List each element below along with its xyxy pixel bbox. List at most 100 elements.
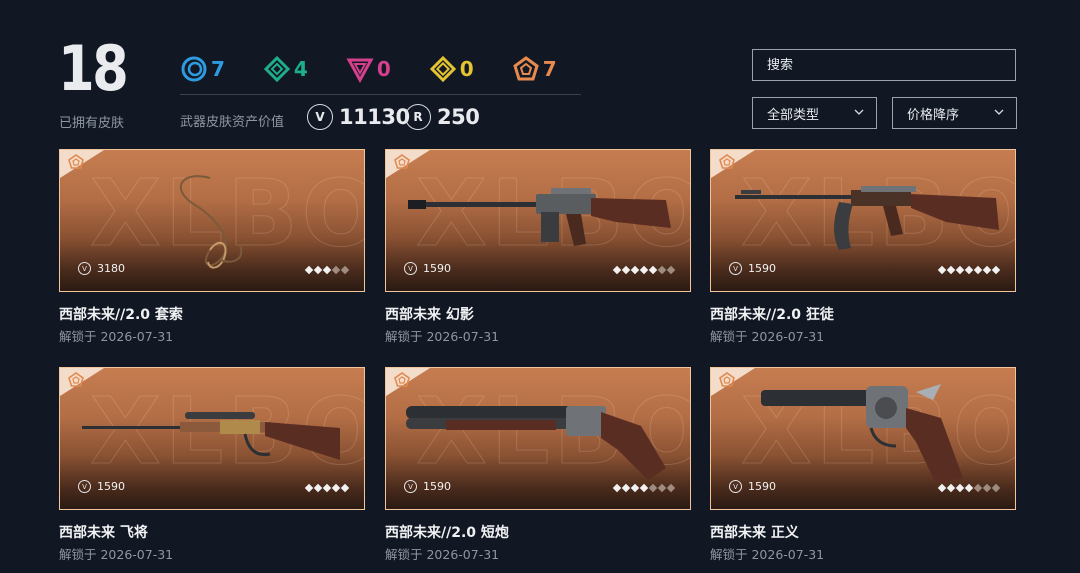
- skin-level-indicator: [611, 265, 676, 275]
- level-dot: [313, 483, 323, 493]
- level-dot: [991, 265, 1001, 275]
- skin-card[interactable]: XLBO V 1590: [710, 367, 1016, 510]
- level-dot: [666, 483, 676, 493]
- deluxe-tier-icon: [263, 55, 291, 83]
- sort-order-select[interactable]: 价格降序: [892, 97, 1017, 129]
- level-dot: [955, 483, 965, 493]
- vp-amount: 11130: [339, 105, 410, 129]
- level-dot: [937, 265, 947, 275]
- level-dot: [340, 265, 350, 275]
- skin-price-value: 1590: [423, 480, 451, 493]
- level-dot: [639, 265, 649, 275]
- level-dot: [964, 483, 974, 493]
- level-dot: [946, 483, 956, 493]
- tier-ultra: 7: [512, 55, 557, 83]
- vp-currency-icon: V: [729, 262, 742, 275]
- skin-name[interactable]: 西部未来//2.0 套索: [59, 304, 183, 324]
- stats-divider: [180, 94, 581, 95]
- tier-select: 7: [180, 55, 225, 83]
- level-dot: [639, 483, 649, 493]
- vp-currency-icon: V: [307, 104, 333, 130]
- skin-card[interactable]: XLBO V 1590: [385, 149, 691, 292]
- skin-price-value: 1590: [748, 262, 776, 275]
- skin-price: V 1590: [404, 262, 451, 275]
- level-dot: [946, 265, 956, 275]
- level-dot: [964, 265, 974, 275]
- level-dot: [313, 265, 323, 275]
- skin-card[interactable]: XLBO V 3180: [59, 149, 365, 292]
- skin-price: V 1590: [404, 480, 451, 493]
- level-dot: [304, 265, 314, 275]
- level-dot: [322, 265, 332, 275]
- level-dot: [991, 483, 1001, 493]
- level-dot: [304, 483, 314, 493]
- skin-card[interactable]: XLBO V 1590: [59, 367, 365, 510]
- skin-level-indicator: [611, 483, 676, 493]
- tier-summary: 7 4 0 0 7: [180, 54, 595, 84]
- tier-count-ultra: 7: [542, 57, 557, 81]
- skin-price: V 3180: [78, 262, 125, 275]
- skin-price: V 1590: [729, 262, 776, 275]
- skin-price-value: 3180: [97, 262, 125, 275]
- vp-currency-icon: V: [404, 480, 417, 493]
- level-dot: [612, 483, 622, 493]
- skin-name[interactable]: 西部未来 正义: [710, 522, 799, 542]
- vp-currency-icon: V: [404, 262, 417, 275]
- tier-count-exclusive: 0: [459, 57, 474, 81]
- skin-name[interactable]: 西部未来 幻影: [385, 304, 474, 324]
- skin-name[interactable]: 西部未来//2.0 短炮: [385, 522, 509, 542]
- level-dot: [612, 265, 622, 275]
- level-dot: [630, 265, 640, 275]
- level-dot: [666, 265, 676, 275]
- tier-premium: 0: [346, 55, 391, 83]
- skin-level-indicator: [936, 483, 1001, 493]
- level-dot: [331, 265, 341, 275]
- select-tier-icon: [181, 56, 207, 82]
- level-dot: [937, 483, 947, 493]
- skin-unlock-date: 解锁于 2026-07-31: [710, 547, 825, 562]
- vp-value: V 11130: [307, 104, 410, 130]
- ultra-tier-icon: [394, 372, 410, 387]
- skin-name[interactable]: 西部未来//2.0 狂徒: [710, 304, 834, 324]
- skin-price-value: 1590: [748, 480, 776, 493]
- level-dot: [630, 483, 640, 493]
- sort-order-value: 价格降序: [907, 107, 960, 123]
- tier-count-select: 7: [211, 57, 225, 81]
- type-filter-select[interactable]: 全部类型: [752, 97, 877, 129]
- level-dot: [973, 483, 983, 493]
- skin-unlock-date: 解锁于 2026-07-31: [59, 329, 174, 344]
- level-dot: [621, 265, 631, 275]
- search-input[interactable]: [752, 49, 1016, 81]
- tier-exclusive: 0: [429, 55, 474, 83]
- ultra-tier-icon: [719, 154, 735, 169]
- rp-currency-icon: R: [405, 104, 431, 130]
- skin-price: V 1590: [78, 480, 125, 493]
- skin-card[interactable]: XLBO V 1590: [710, 149, 1016, 292]
- level-dot: [648, 483, 658, 493]
- owned-skin-label: 已拥有皮肤: [59, 116, 125, 131]
- chevron-down-icon: [994, 109, 1004, 115]
- skin-price-value: 1590: [97, 480, 125, 493]
- level-dot: [982, 483, 992, 493]
- skin-unlock-date: 解锁于 2026-07-31: [385, 329, 500, 344]
- level-dot: [331, 483, 341, 493]
- level-dot: [322, 483, 332, 493]
- skin-level-indicator: [936, 265, 1001, 275]
- tier-count-deluxe: 4: [293, 57, 308, 81]
- skin-card[interactable]: XLBO V 1590: [385, 367, 691, 510]
- skin-unlock-date: 解锁于 2026-07-31: [710, 329, 825, 344]
- skin-price: V 1590: [729, 480, 776, 493]
- level-dot: [973, 265, 983, 275]
- type-filter-value: 全部类型: [767, 107, 820, 123]
- asset-value-label: 武器皮肤资产价值: [180, 115, 285, 130]
- level-dot: [648, 265, 658, 275]
- premium-tier-icon: [346, 58, 374, 83]
- level-dot: [621, 483, 631, 493]
- skin-level-indicator: [303, 483, 350, 493]
- ultra-tier-icon: [68, 372, 84, 387]
- skin-name[interactable]: 西部未来 飞将: [59, 522, 148, 542]
- tier-deluxe: 4: [263, 55, 308, 83]
- chevron-down-icon: [854, 109, 864, 115]
- vp-currency-icon: V: [78, 480, 91, 493]
- level-dot: [340, 483, 350, 493]
